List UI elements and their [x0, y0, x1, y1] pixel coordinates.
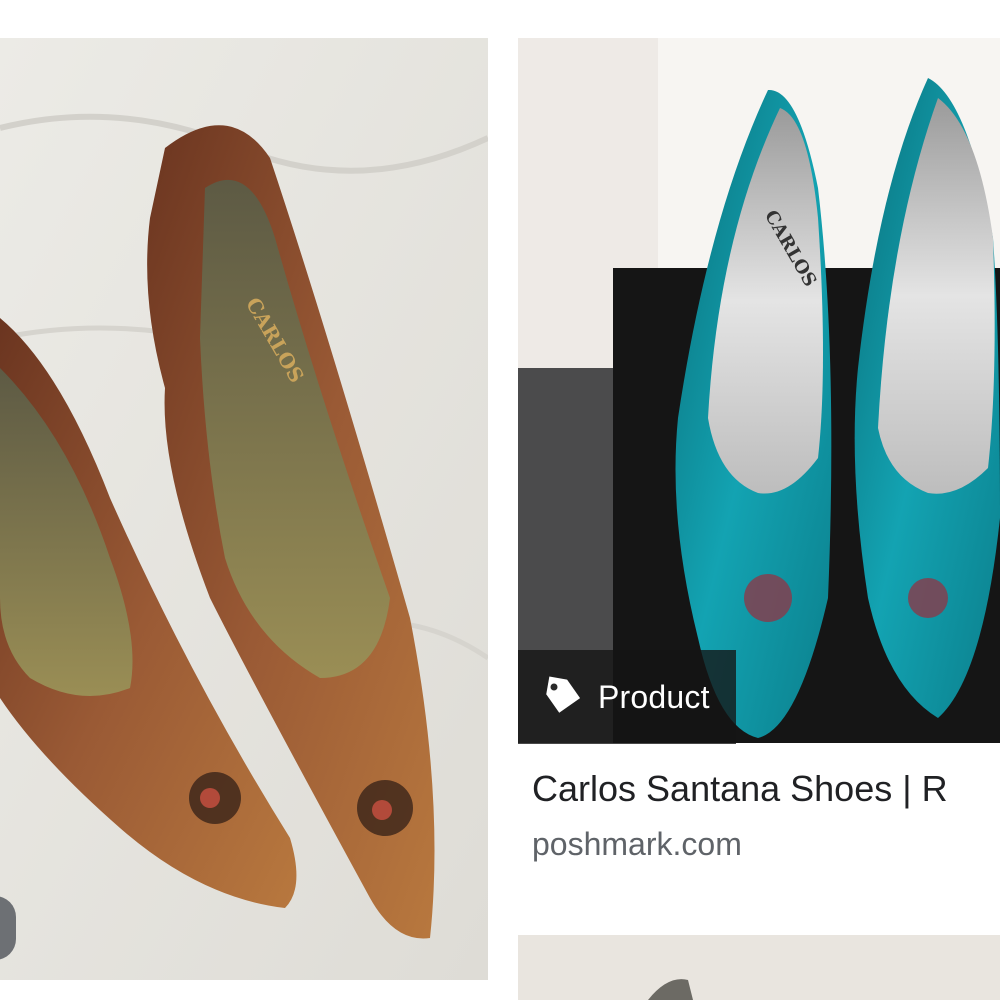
result-image-left[interactable]: CARLOS: [0, 38, 488, 980]
teal-shoes-photo: [518, 38, 1000, 743]
product-badge-label: Product: [598, 678, 710, 715]
result-title-link[interactable]: Carlos Santana Shoes | R: [532, 768, 1000, 810]
result-image-next[interactable]: [518, 935, 1000, 1000]
result-image-right[interactable]: CARLOS: [518, 38, 1000, 743]
result-source-domain[interactable]: poshmark.com: [532, 826, 742, 863]
next-result-photo: [518, 935, 1000, 1000]
product-badge: Product: [518, 650, 736, 744]
tag-icon: [546, 676, 581, 713]
bronze-shoes-photo: [0, 38, 488, 980]
